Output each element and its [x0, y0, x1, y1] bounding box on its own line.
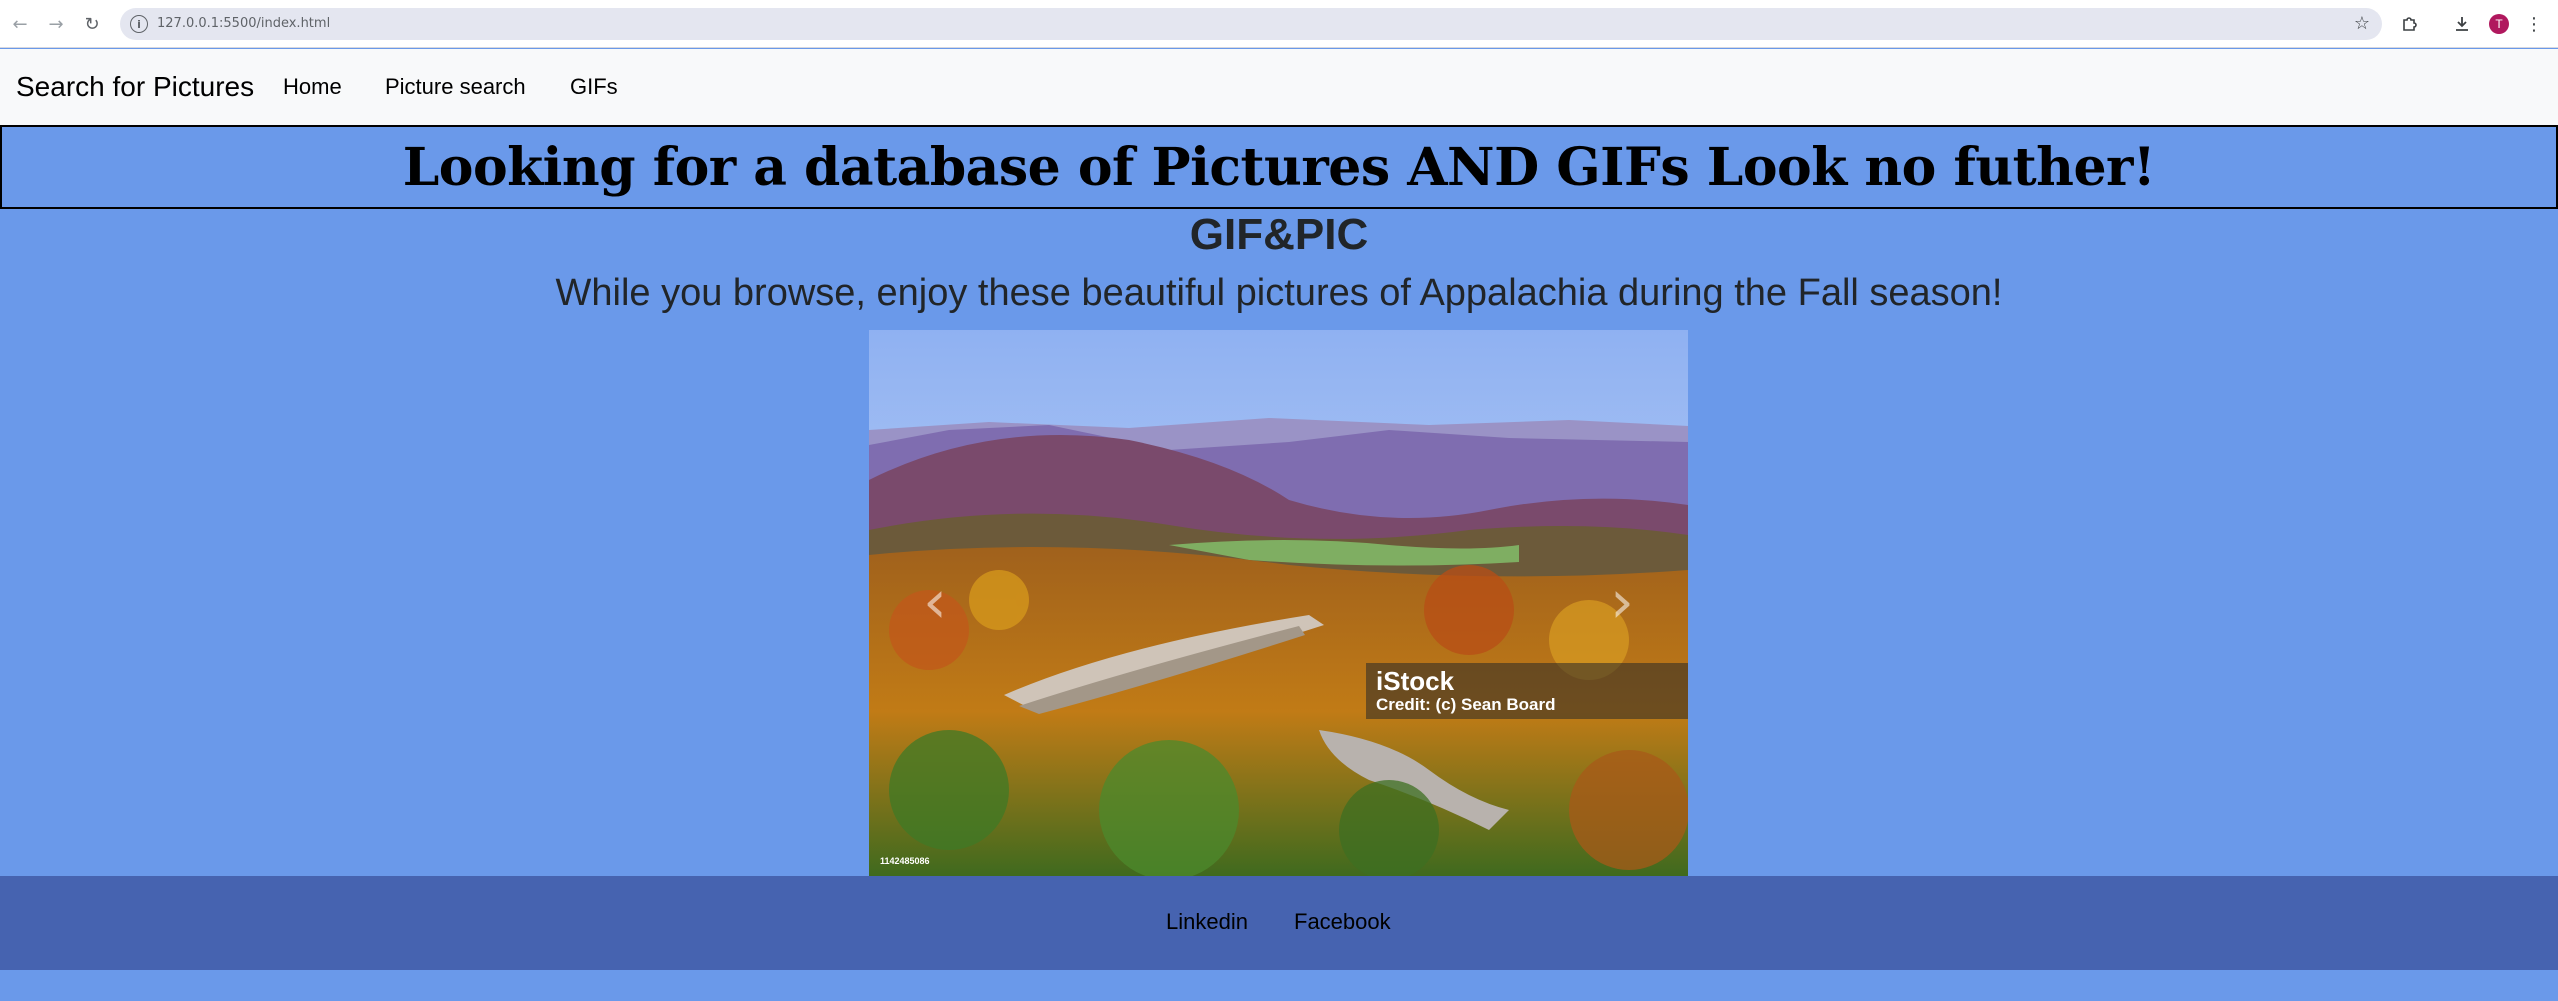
- carousel-prev-chevron-left-icon[interactable]: ‹: [905, 552, 965, 652]
- back-icon[interactable]: ←: [8, 12, 32, 36]
- istock-logo: iStock: [1376, 666, 1455, 696]
- extensions-puzzle-icon[interactable]: [2396, 10, 2424, 38]
- nav-link-picture-search[interactable]: Picture search: [385, 74, 526, 100]
- reload-icon[interactable]: ↻: [80, 12, 104, 36]
- navbar-brand[interactable]: Search for Pictures: [16, 71, 254, 103]
- browser-toolbar: ← → ↻ i 127.0.0.1:5500/index.html ☆ T ⋮: [0, 0, 2558, 48]
- hero-banner: Looking for a database of Pictures AND G…: [0, 125, 2558, 209]
- photo-credit-overlay: iStock Credit: (c) Sean Board: [1366, 663, 1688, 719]
- site-info-icon[interactable]: i: [130, 15, 148, 33]
- forward-icon[interactable]: →: [44, 12, 68, 36]
- footer-link-facebook[interactable]: Facebook: [1294, 909, 1391, 935]
- site-subtitle: GIF&PIC: [1189, 210, 1369, 259]
- nav-link-home[interactable]: Home: [283, 74, 342, 100]
- footer-link-linkedin[interactable]: Linkedin: [1166, 909, 1248, 935]
- address-bar[interactable]: i 127.0.0.1:5500/index.html ☆: [120, 8, 2382, 40]
- site-navbar: Search for Pictures Home Picture search …: [0, 49, 2558, 125]
- profile-avatar[interactable]: T: [2489, 14, 2509, 34]
- site-footer: Linkedin Facebook: [0, 876, 2558, 970]
- download-icon[interactable]: [2448, 10, 2476, 38]
- image-carousel: ‹ › iStock Credit: (c) Sean Board 114248…: [869, 330, 1688, 876]
- bookmark-star-icon[interactable]: ☆: [2354, 13, 2370, 34]
- photo-credit: Credit: (c) Sean Board: [1376, 695, 1556, 714]
- stock-photo-id: 1142485086: [880, 856, 930, 866]
- nav-link-gifs[interactable]: GIFs: [570, 74, 618, 100]
- appalachia-fall-photo: [869, 330, 1688, 876]
- banner-heading: Looking for a database of Pictures AND G…: [402, 136, 2156, 198]
- carousel-next-chevron-right-icon[interactable]: ›: [1592, 552, 1652, 652]
- kebab-menu-icon[interactable]: ⋮: [2520, 10, 2548, 38]
- tagline: While you browse, enjoy these beautiful …: [555, 272, 2003, 314]
- address-url[interactable]: 127.0.0.1:5500/index.html: [157, 16, 330, 31]
